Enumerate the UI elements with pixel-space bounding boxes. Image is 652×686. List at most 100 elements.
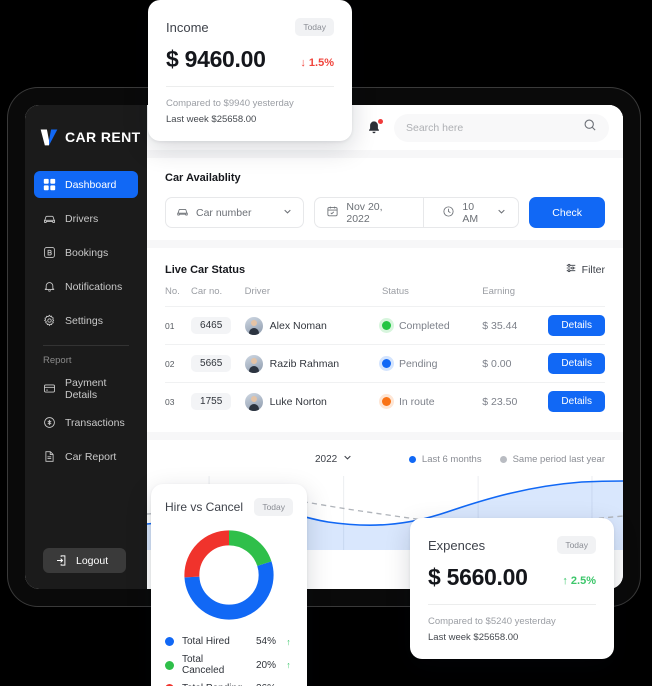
check-availability-button[interactable]: Check <box>529 197 605 228</box>
chevron-down-icon[interactable] <box>496 206 507 220</box>
v-chevron-logo-icon <box>39 127 59 147</box>
column-header-no: No. <box>165 286 180 297</box>
expences-period-badge[interactable]: Today <box>557 536 596 554</box>
income-delta-value: 1.5% <box>308 57 334 69</box>
logout-icon <box>55 554 68 567</box>
table-row: 02 5665 Razib Rahman Pending $ 0.00 Deta… <box>165 344 605 383</box>
avatar <box>244 354 263 373</box>
driver-name: Luke Norton <box>269 395 327 408</box>
driver-cell: Razib Rahman <box>244 354 382 373</box>
search-box[interactable] <box>394 113 609 142</box>
row-number: 02 <box>165 358 175 369</box>
status-badge: Pending <box>381 358 482 370</box>
sidebar-item-label: Dashboard <box>65 178 117 191</box>
details-button[interactable]: Details <box>548 391 605 412</box>
sidebar-item-bookings[interactable]: Bookings <box>34 239 138 266</box>
date-time-picker[interactable]: Nov 20, 2022 10 AM <box>314 197 520 228</box>
panel-separator-3 <box>147 432 623 440</box>
sidebar-item-car-report[interactable]: Car Report <box>34 443 138 470</box>
time-value: 10 AM <box>462 200 479 225</box>
sidebar-item-label: Notifications <box>65 280 123 293</box>
expences-last-week-text: Last week $25658.00 <box>428 632 519 643</box>
sidebar: CAR RENT Dashboard Drivers Bookings Noti… <box>25 105 147 589</box>
time-picker[interactable]: 10 AM <box>431 198 518 227</box>
sidebar-item-label: Settings <box>65 314 103 327</box>
search-input[interactable] <box>406 121 577 134</box>
sidebar-item-transactions[interactable]: Transactions <box>34 409 138 436</box>
expences-compared-text: Compared to $5240 yesterday <box>428 616 556 627</box>
expences-card-header: Expences Today <box>428 536 596 554</box>
row-number: 03 <box>165 396 175 407</box>
transactions-icon <box>43 416 56 429</box>
chevron-down-icon[interactable] <box>282 206 293 220</box>
expences-amount: $ 5660.00 <box>428 564 528 590</box>
sidebar-item-payment-details[interactable]: Payment Details <box>34 375 138 402</box>
car-number-select[interactable]: Car number <box>165 197 305 228</box>
clock-icon <box>442 205 455 221</box>
sidebar-item-drivers[interactable]: Drivers <box>34 205 138 232</box>
live-car-status-table: No. Car no. Driver Status Earning 01 646… <box>165 286 605 420</box>
up-arrow-icon: ↑ <box>286 660 291 670</box>
expences-card: Expences Today $ 5660.00 ↑ 2.5% Compared… <box>410 518 614 659</box>
income-card-title: Income <box>166 19 209 35</box>
legend-dot <box>499 455 507 463</box>
hire-vs-cancel-donut-chart <box>165 526 293 624</box>
sidebar-item-settings[interactable]: Settings <box>34 307 138 334</box>
sidebar-item-dashboard[interactable]: Dashboard <box>34 171 138 198</box>
income-amount-row: $ 9460.00 ↓ 1.5% <box>166 46 334 73</box>
year-value: 2022 <box>315 453 338 465</box>
column-header-earning: Earning <box>482 286 515 297</box>
filter-label: Filter <box>581 263 605 276</box>
live-car-status-panel: Live Car Status Filter No. Car no. Drive… <box>147 248 623 432</box>
panel-separator <box>147 150 623 158</box>
details-button[interactable]: Details <box>548 315 605 336</box>
table-row: 03 1755 Luke Norton In route $ 23.50 Det… <box>165 382 605 420</box>
grid-icon <box>43 178 56 191</box>
date-picker[interactable]: Nov 20, 2022 <box>315 198 416 227</box>
notification-bell-button[interactable] <box>366 118 383 136</box>
logout-button[interactable]: Logout <box>43 548 127 573</box>
filter-button[interactable]: Filter <box>565 262 605 277</box>
screenshot-stage: CAR RENT Dashboard Drivers Bookings Noti… <box>0 0 652 686</box>
notification-badge-dot <box>378 118 383 124</box>
year-selector[interactable]: 2022 <box>315 452 353 466</box>
sidebar-item-label: Car Report <box>65 450 117 463</box>
car-number-badge: 5665 <box>191 355 232 372</box>
expences-card-divider <box>428 604 596 605</box>
sidebar-divider <box>43 345 129 346</box>
column-header-status: Status <box>381 286 409 297</box>
column-header-car-no: Car no. <box>191 286 223 297</box>
app-window: CAR RENT Dashboard Drivers Bookings Noti… <box>25 105 623 589</box>
column-header-actions <box>548 286 605 307</box>
legend-row-total-canceled: Total Canceled 20% ↑ <box>165 654 293 676</box>
gear-icon <box>43 314 56 327</box>
legend-percent: 20% <box>256 659 277 671</box>
date-time-divider <box>423 198 425 227</box>
sidebar-nav: Dashboard Drivers Bookings Notifications… <box>25 171 147 470</box>
chevron-down-icon[interactable] <box>342 452 353 466</box>
expences-card-title: Expences <box>428 537 486 553</box>
income-amount: $ 9460.00 <box>166 46 266 72</box>
legend-item-previous: Same period last year <box>499 454 605 465</box>
status-label: In route <box>398 395 435 408</box>
details-button[interactable]: Details <box>548 353 605 374</box>
document-icon <box>43 450 56 463</box>
car-icon <box>176 205 189 221</box>
hire-vs-cancel-period-badge[interactable]: Today <box>254 498 293 516</box>
expences-delta-value: 2.5% <box>570 575 596 587</box>
car-availability-panel: Car Availablity Car number Nov 20, 2022 … <box>147 158 623 240</box>
up-arrow-icon: ↑ <box>286 636 291 647</box>
panel-separator-2 <box>147 240 623 248</box>
earning-value: $ 0.00 <box>482 357 512 370</box>
car-icon <box>43 212 56 225</box>
expences-delta: ↑ 2.5% <box>562 575 596 591</box>
income-period-badge[interactable]: Today <box>295 18 334 36</box>
status-dot <box>381 321 391 330</box>
sidebar-item-notifications[interactable]: Notifications <box>34 273 138 300</box>
hire-vs-cancel-card: Hire vs Cancel Today Total Hired 54% ↑ T… <box>151 484 307 686</box>
hire-vs-cancel-legend: Total Hired 54% ↑ Total Canceled 20% ↑ T… <box>165 636 293 686</box>
search-icon[interactable] <box>583 118 597 137</box>
logout-label: Logout <box>76 554 109 567</box>
status-badge: In route <box>381 395 482 408</box>
income-last-week-text: Last week $25658.00 <box>166 114 257 125</box>
